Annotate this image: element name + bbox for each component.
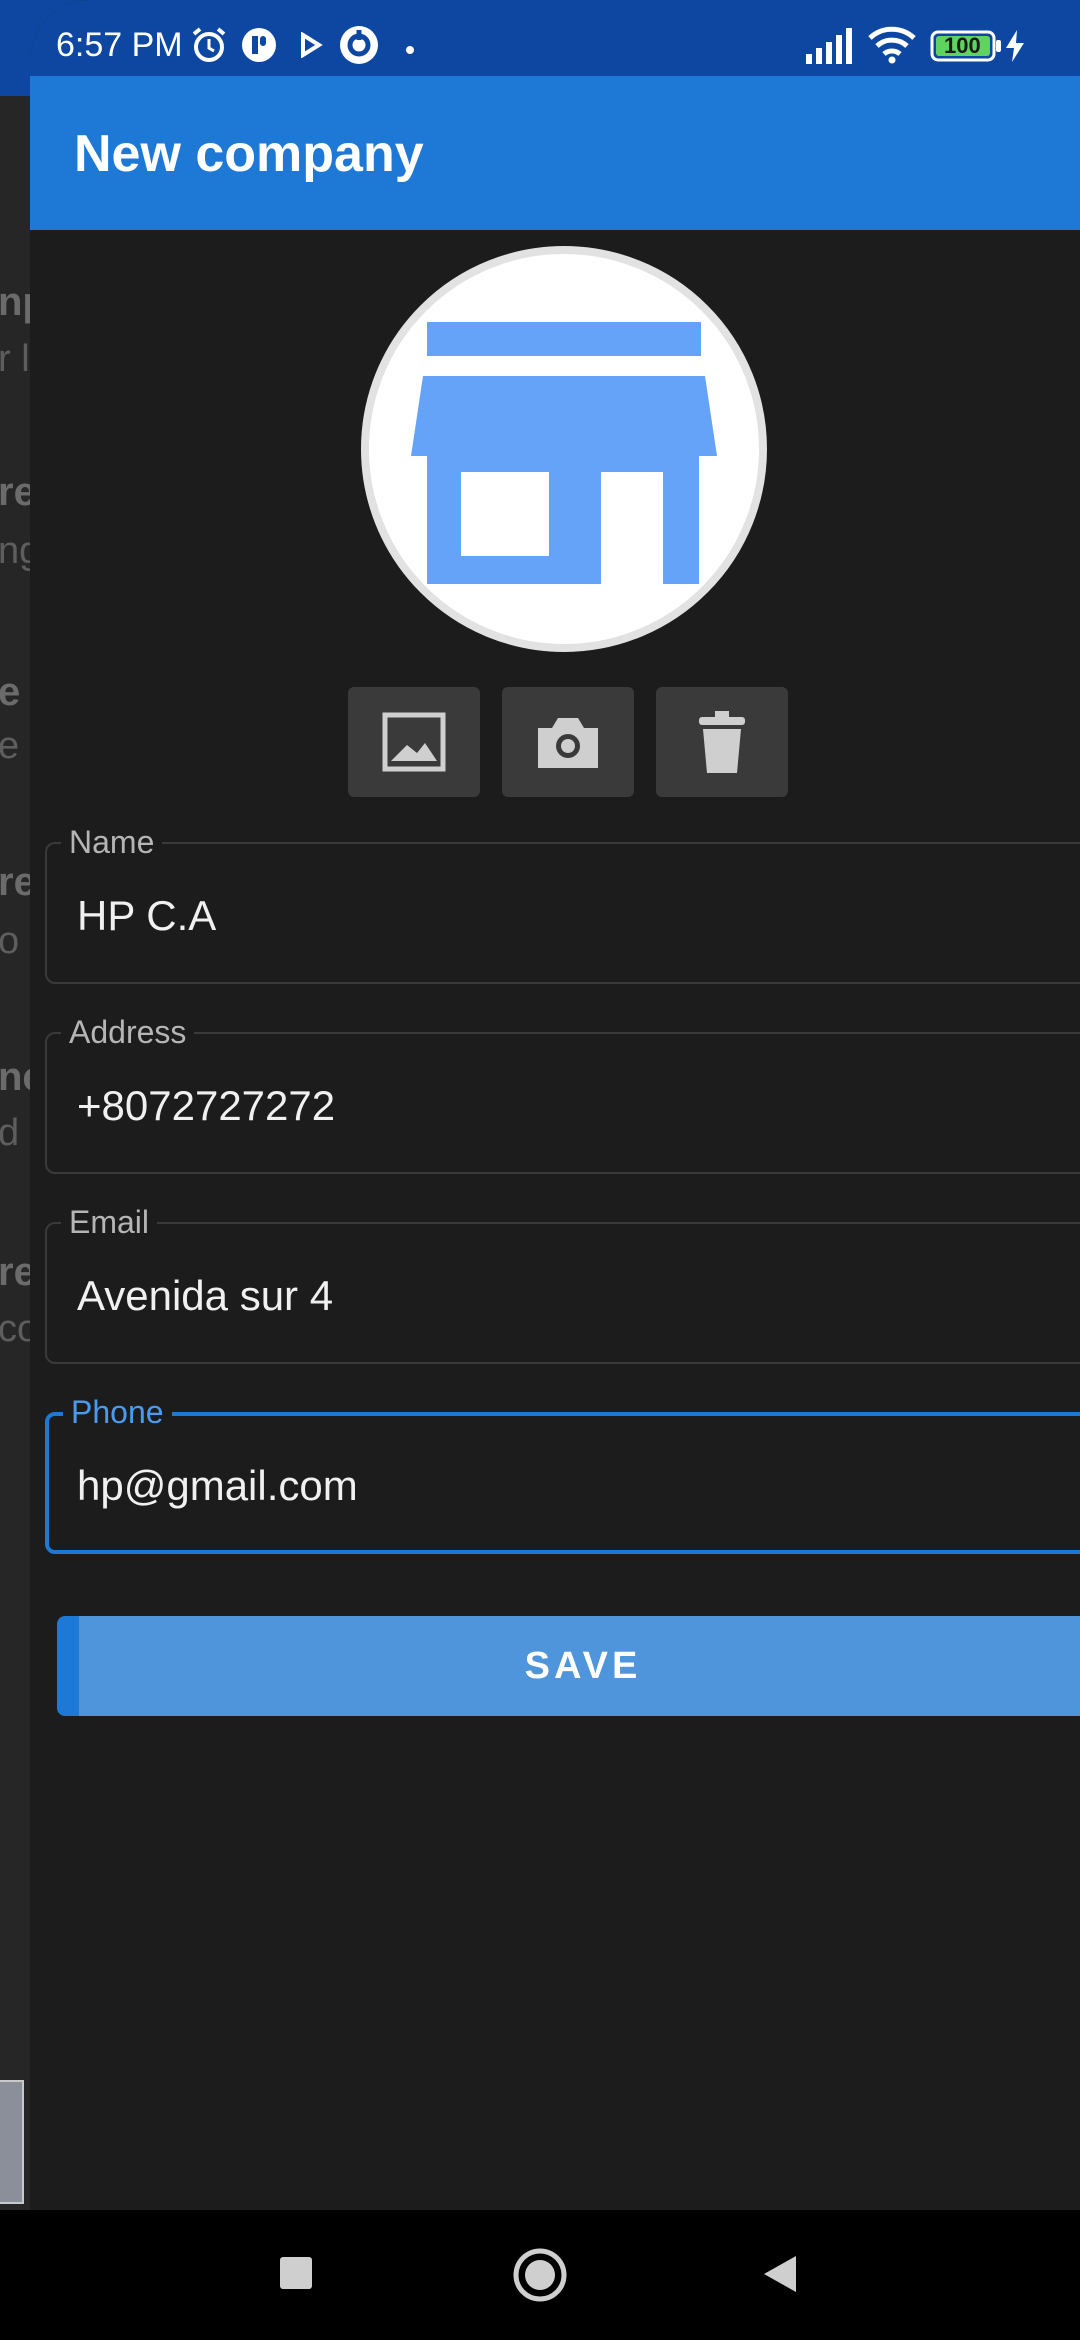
gallery-button[interactable]: [348, 687, 480, 797]
bg-item-subtitle: d: [0, 1112, 20, 1154]
recents-icon[interactable]: [279, 2256, 313, 2295]
save-label: SAVE: [524, 1644, 642, 1687]
address-label: Address: [61, 1014, 195, 1051]
app-bar: New company: [30, 76, 1080, 230]
status-time: 6:57 PM: [56, 26, 183, 64]
address-field[interactable]: Address +8072727272: [45, 1014, 1080, 1174]
email-value[interactable]: Avenida sur 4: [77, 1272, 333, 1320]
sync-icon: [338, 24, 380, 71]
bg-thumbnail: [0, 2080, 24, 2204]
navigation-bar: [0, 2210, 1080, 2340]
bg-item-subtitle: r l: [0, 338, 30, 380]
name-field[interactable]: Name HP C.A: [45, 824, 1080, 984]
email-label: Email: [61, 1204, 158, 1241]
name-label: Name: [61, 824, 163, 861]
phone-label: Phone: [63, 1394, 172, 1431]
back-icon[interactable]: [762, 2254, 798, 2299]
play-icon: [300, 31, 324, 63]
notification-icon: [240, 26, 278, 69]
save-button[interactable]: SAVE: [57, 1616, 1080, 1716]
phone-value[interactable]: hp@gmail.com: [77, 1462, 358, 1510]
phone-field[interactable]: Phone hp@gmail.com: [45, 1394, 1080, 1554]
battery-level: 100: [944, 33, 981, 58]
charging-icon: [1004, 30, 1026, 67]
alarm-icon: [190, 26, 228, 69]
delete-button[interactable]: [656, 687, 788, 797]
trash-icon: [699, 711, 745, 773]
camera-icon: [538, 718, 598, 768]
page-title: New company: [74, 125, 424, 183]
name-value[interactable]: HP C.A: [77, 892, 216, 940]
camera-button[interactable]: [502, 687, 634, 797]
wifi-icon: [868, 26, 916, 69]
new-company-sheet: 6:57 PM 100 New company Name HP C.A Addr…: [30, 0, 1080, 2210]
company-avatar[interactable]: [361, 246, 767, 652]
email-field[interactable]: Email Avenida sur 4: [45, 1204, 1080, 1364]
home-icon[interactable]: [513, 2248, 567, 2307]
store-icon: [411, 322, 717, 584]
dot-icon: [405, 42, 415, 60]
signal-icon: [806, 28, 856, 69]
address-value[interactable]: +8072727272: [77, 1082, 335, 1130]
sheet-status-area: 6:57 PM 100: [30, 0, 1080, 76]
image-icon: [382, 712, 446, 772]
